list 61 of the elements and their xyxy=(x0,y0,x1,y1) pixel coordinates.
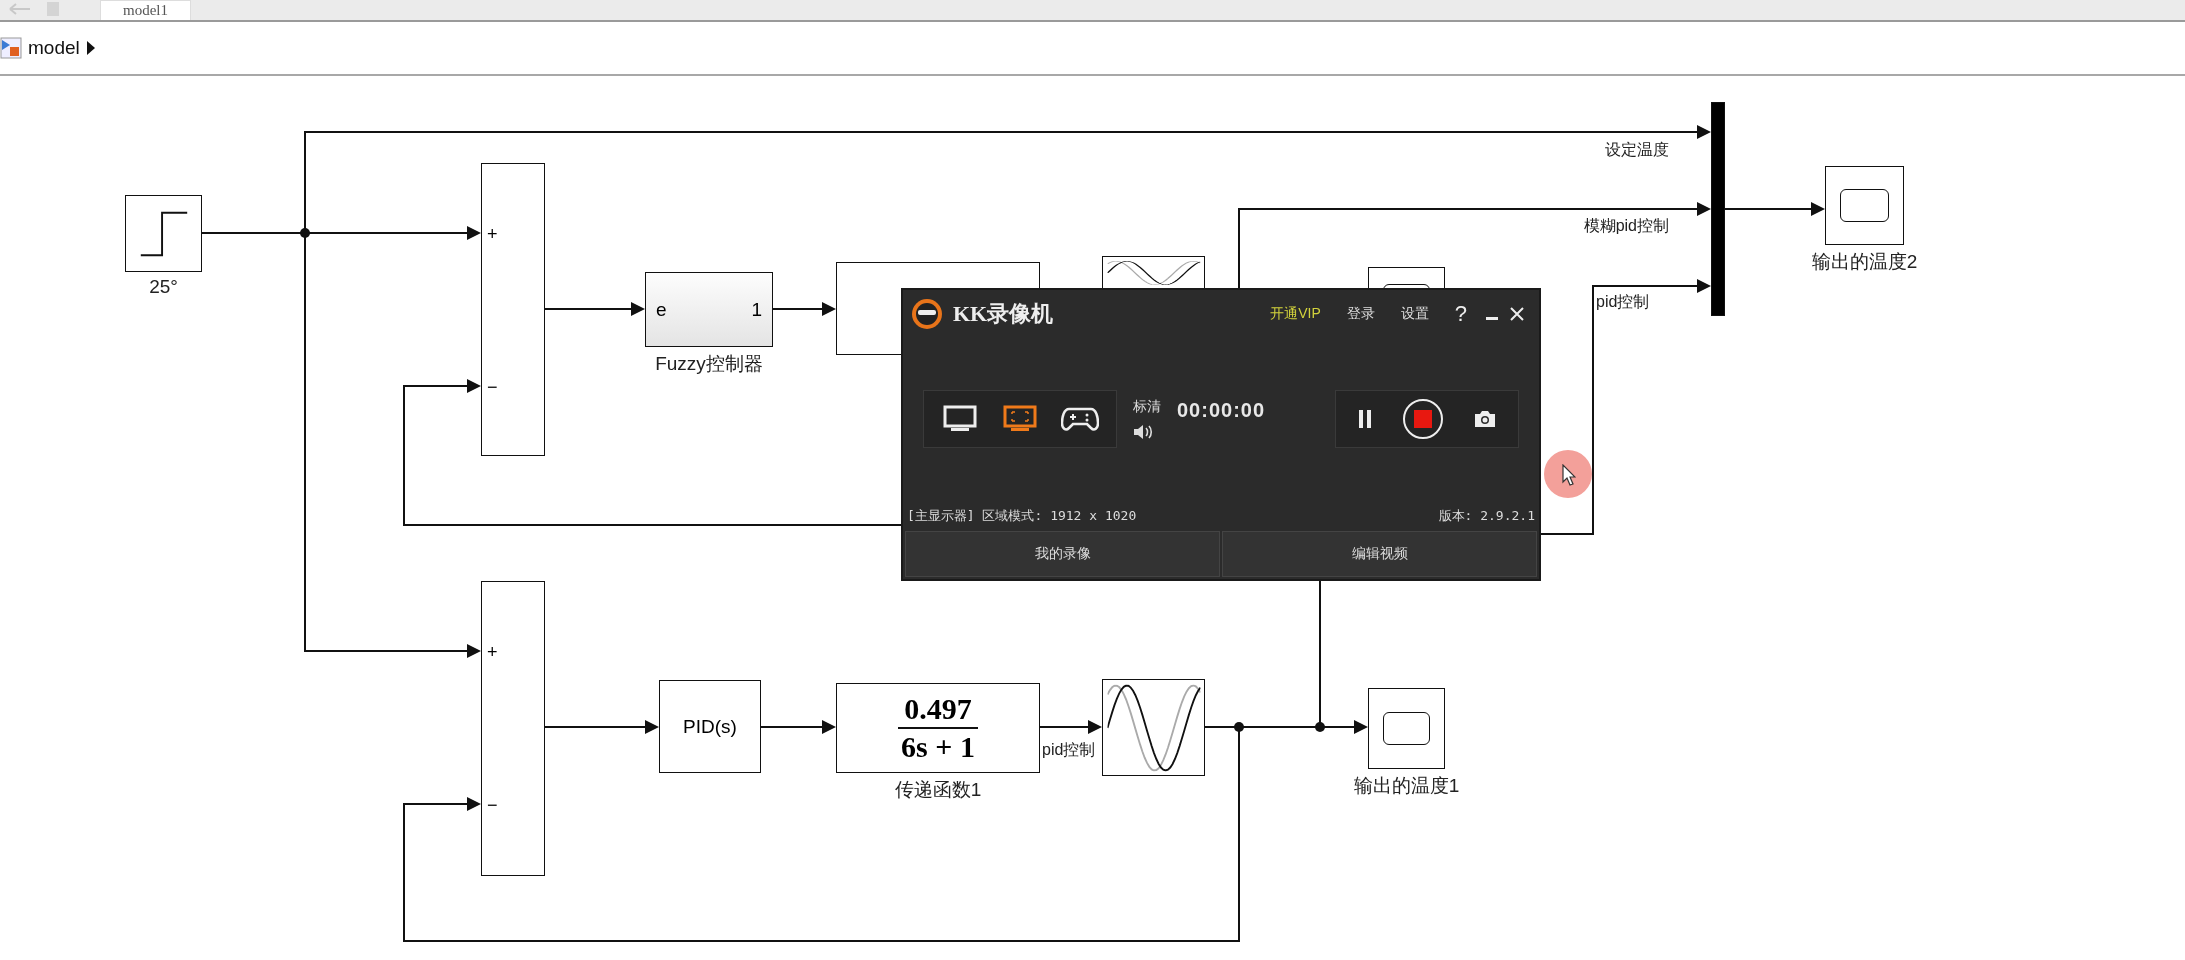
region-monitor-icon xyxy=(1003,405,1037,433)
plant-block[interactable] xyxy=(1102,679,1205,776)
port-sign: − xyxy=(487,376,498,399)
scope-screen-icon xyxy=(1840,189,1889,222)
model-tab[interactable]: model1 xyxy=(100,0,191,20)
sum-block[interactable]: + − xyxy=(481,581,545,876)
model-icon xyxy=(0,37,22,59)
help-button[interactable]: ? xyxy=(1446,301,1475,327)
pid-block[interactable]: PID(s) xyxy=(659,680,761,773)
gamepad-icon xyxy=(1061,405,1099,433)
block-label: 25° xyxy=(149,276,178,298)
cursor-icon xyxy=(1562,464,1576,486)
transfer-function-block[interactable]: 0.497 6s + 1 xyxy=(836,683,1040,773)
app-title: KK录像机 xyxy=(953,300,1054,328)
click-highlight xyxy=(1543,449,1593,499)
status-text: [主显示器] 区域模式: 1912 x 1020 xyxy=(907,507,1137,525)
recorder-button[interactable]: 编辑视频 xyxy=(1222,531,1537,577)
caret-icon[interactable] xyxy=(85,40,96,56)
junction-dot xyxy=(1234,722,1244,732)
signal-label: 设定温度 xyxy=(1605,140,1669,160)
mascot-logo-icon xyxy=(911,298,943,330)
wave-icon xyxy=(1107,684,1200,771)
monitor-icon xyxy=(943,405,977,433)
wave-icon xyxy=(1107,261,1200,285)
input-port-label: e xyxy=(656,298,667,321)
timer-display: 00:00:00 xyxy=(1177,398,1266,422)
scope-block[interactable] xyxy=(1368,688,1445,769)
block-label: 输出的温度1 xyxy=(1353,774,1460,798)
junction-dot xyxy=(1315,722,1325,732)
quality-label[interactable]: 标清 xyxy=(1133,398,1161,416)
scope-screen-icon xyxy=(1383,711,1430,746)
sum-block[interactable]: + − xyxy=(481,163,545,456)
port-sign: + xyxy=(487,223,498,246)
denominator: 6s + 1 xyxy=(901,729,975,765)
port-sign: + xyxy=(487,641,498,664)
signal-line xyxy=(772,302,836,316)
block-label: Fuzzy控制器 xyxy=(655,352,763,376)
numerator: 0.497 xyxy=(898,691,978,729)
step-block[interactable] xyxy=(125,195,202,272)
block-label: 输出的温度2 xyxy=(1811,250,1918,274)
junction-dot xyxy=(300,228,310,238)
fuzzy-block[interactable]: e 1 xyxy=(645,272,773,347)
output-port-label: 1 xyxy=(751,298,762,321)
port-sign: − xyxy=(487,794,498,817)
stop-record-button[interactable] xyxy=(1402,398,1444,440)
speaker-icon[interactable] xyxy=(1133,424,1153,440)
signal-label: 模糊pid控制 xyxy=(1583,216,1669,236)
menu-link[interactable]: 开通VIP xyxy=(1262,305,1329,323)
recorder-button[interactable]: 我的录像 xyxy=(905,531,1220,577)
menu-link[interactable]: 登录 xyxy=(1338,305,1383,323)
scope-block[interactable] xyxy=(1825,166,1904,245)
breadcrumb-link[interactable]: model xyxy=(28,37,80,59)
menu-link[interactable]: 设置 xyxy=(1392,305,1437,323)
close-icon[interactable] xyxy=(1509,306,1525,322)
pause-icon[interactable] xyxy=(1358,409,1372,429)
plant-block[interactable] xyxy=(1102,256,1205,290)
signal-label: pid控制 xyxy=(1596,292,1650,312)
signal-label: pid控制 xyxy=(1042,740,1096,760)
block-label: 传递函数1 xyxy=(894,778,982,802)
camera-icon[interactable] xyxy=(1474,410,1496,428)
version-text: 版本: 2.9.2.1 xyxy=(1438,507,1535,525)
